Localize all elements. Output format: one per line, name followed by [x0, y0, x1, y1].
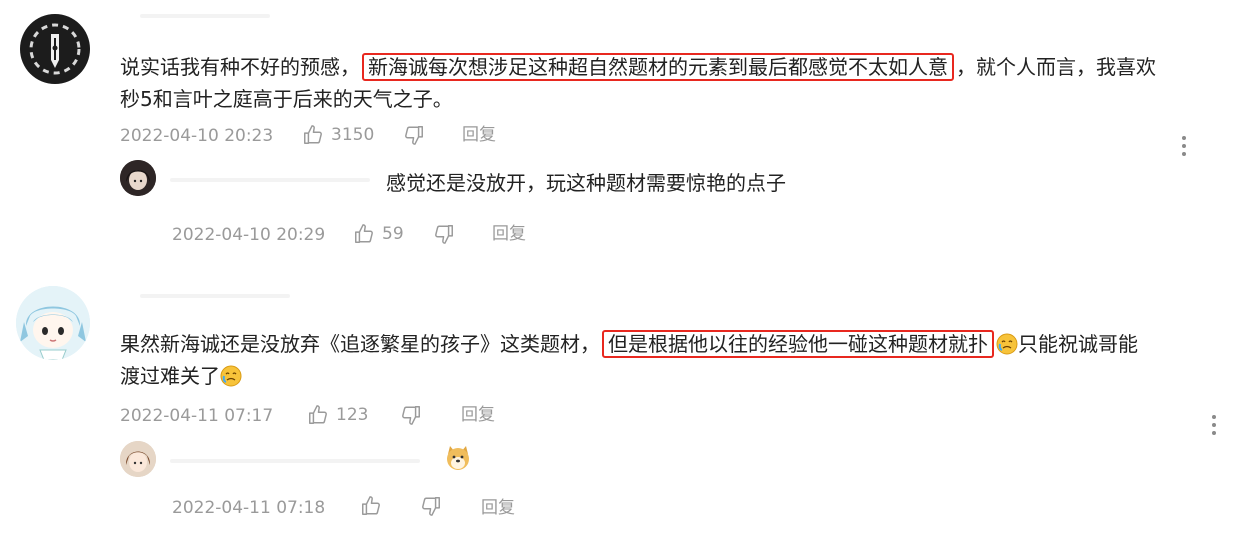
reply-avatar[interactable] [120, 160, 156, 196]
like-button[interactable]: 3150 [302, 124, 374, 146]
thumbs-up-icon [362, 496, 380, 515]
avatar[interactable] [16, 286, 90, 360]
thumbs-down-icon [422, 497, 440, 516]
dislike-button[interactable] [400, 404, 422, 426]
faded-username [170, 459, 420, 463]
thumbs-down-icon [402, 406, 420, 425]
like-count: 3150 [331, 125, 375, 145]
reply-label: 回复 [461, 405, 495, 425]
faded-username [140, 14, 270, 18]
comment-text-part: 渡过难关了 [120, 364, 220, 388]
faded-username [170, 178, 370, 182]
reply-like-button[interactable] [360, 495, 382, 517]
like-count: 123 [336, 405, 369, 425]
more-options-icon[interactable] [1182, 136, 1188, 160]
reply-reply-button[interactable]: 回复 [481, 497, 515, 519]
timestamp: 2022-04-10 20:23 [120, 126, 274, 146]
reply-dislike-button[interactable] [420, 495, 442, 517]
reply-timestamp: 2022-04-11 07:18 [172, 498, 326, 518]
thumbs-up-icon [309, 405, 327, 424]
like-count: 59 [382, 224, 404, 244]
avatar[interactable] [20, 14, 90, 84]
reply-dislike-button[interactable] [433, 223, 455, 245]
more-options-icon[interactable] [1212, 415, 1218, 439]
comment-text-part: 果然新海诚还是没放弃《追逐繁星的孩子》这类题材， [120, 332, 600, 356]
thumbs-up-icon [304, 125, 322, 144]
reply-button[interactable]: 回复 [462, 124, 496, 146]
comment-text-part: 只能祝诚哥能 [1018, 332, 1138, 356]
like-button[interactable]: 123 [307, 404, 368, 426]
comment-text: 说实话我有种不好的预感， 新海诚每次想涉足这种超自然题材的元素到最后都感觉不太如人… [120, 50, 1156, 84]
reply-like-button[interactable]: 59 [353, 223, 404, 245]
dark-hair-avatar-icon [120, 160, 156, 196]
doge-emoji-icon [444, 444, 472, 472]
crying-emoji-icon [220, 365, 242, 387]
highlighted-text: 新海诚每次想涉足这种超自然题材的元素到最后都感觉不太如人意 [362, 53, 954, 81]
comment-text-part: ，就个人而言，我喜欢 [956, 55, 1156, 79]
reply-avatar[interactable] [120, 441, 156, 477]
reply-timestamp: 2022-04-10 20:29 [172, 225, 326, 245]
reply-label: 回复 [481, 498, 515, 518]
dislike-button[interactable] [403, 124, 425, 146]
timestamp: 2022-04-11 07:17 [120, 406, 274, 426]
comment-text-line2: 秒5和言叶之庭高于后来的天气之子。 [120, 87, 453, 111]
brown-hair-avatar-icon [120, 441, 156, 477]
comment-text: 果然新海诚还是没放弃《追逐繁星的孩子》这类题材， 但是根据他以往的经验他一碰这种题… [120, 327, 1138, 361]
faded-username [140, 294, 290, 298]
comment-text-line2: 渡过难关了 [120, 359, 242, 393]
reply-button[interactable]: 回复 [461, 404, 495, 426]
reply-label: 回复 [462, 125, 496, 145]
thumbs-up-icon [355, 224, 373, 243]
thumbs-down-icon [405, 126, 423, 145]
reply-label: 回复 [492, 224, 526, 244]
reply-text: 感觉还是没放开，玩这种题材需要惊艳的点子 [386, 171, 786, 195]
comment-text-part: 说实话我有种不好的预感， [120, 55, 360, 79]
thumbs-down-icon [435, 225, 453, 244]
anime-girl-avatar-icon [16, 286, 90, 360]
highlighted-text: 但是根据他以往的经验他一碰这种题材就扑 [602, 330, 994, 358]
crying-emoji-icon [996, 333, 1018, 355]
pen-nib-avatar-icon [21, 15, 89, 83]
reply-reply-button[interactable]: 回复 [492, 223, 526, 245]
